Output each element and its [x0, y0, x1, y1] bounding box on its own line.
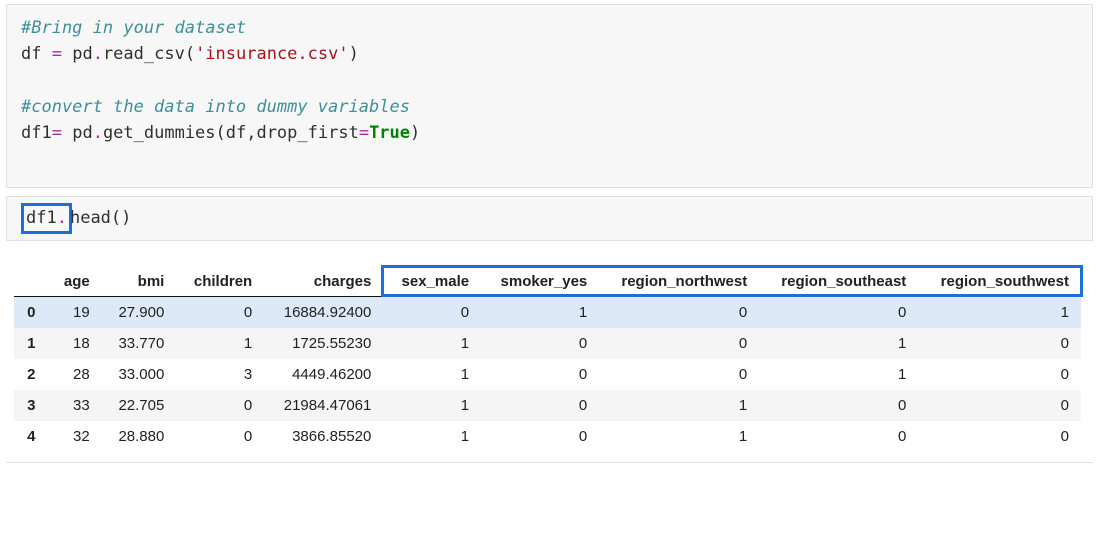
- dataframe-cell: 1: [383, 328, 481, 359]
- dataframe-col-header: smoker_yes: [481, 267, 599, 297]
- dataframe-wrap: agebmichildrenchargessex_malesmoker_yesr…: [14, 267, 1085, 452]
- dataframe-cell: 1: [176, 328, 264, 359]
- dataframe-cell: 1: [599, 421, 759, 452]
- table-row: 33322.705021984.4706110100: [14, 390, 1081, 421]
- dataframe-cell: 4449.46200: [264, 359, 383, 390]
- code-text: ): [410, 123, 420, 143]
- dataframe-index-header: [14, 267, 49, 297]
- table-row: 22833.00034449.4620010010: [14, 359, 1081, 390]
- code-string: 'insurance.csv': [195, 44, 349, 64]
- code-text: df1: [21, 123, 52, 143]
- dataframe-cell: 0: [918, 390, 1081, 421]
- code-cell-1-content[interactable]: #Bring in your dataset df = pd.read_csv(…: [21, 15, 1078, 147]
- dataframe-col-header: region_southeast: [759, 267, 918, 297]
- code-op: =: [52, 44, 62, 64]
- dataframe-cell: 0: [383, 297, 481, 329]
- dataframe-cell: 0: [481, 421, 599, 452]
- dataframe-cell: 1: [599, 390, 759, 421]
- dataframe-cell: 0: [759, 297, 918, 329]
- dataframe-col-header: children: [176, 267, 264, 297]
- code-text: pd: [62, 44, 93, 64]
- dataframe-cell: 0: [176, 390, 264, 421]
- dataframe-cell: 0: [481, 359, 599, 390]
- code-dot: .: [93, 123, 103, 143]
- dataframe-col-header: region_northwest: [599, 267, 759, 297]
- code-cell-2-content[interactable]: df1.head(): [21, 203, 1078, 235]
- table-row: 11833.77011725.5523010010: [14, 328, 1081, 359]
- highlight-box-df1: df1.: [21, 203, 72, 235]
- dataframe-cell: 32: [49, 421, 102, 452]
- code-op: =: [359, 123, 369, 143]
- dataframe-cell: 18: [49, 328, 102, 359]
- dataframe-cell: 28.880: [102, 421, 177, 452]
- dataframe-cell: 0: [599, 359, 759, 390]
- dataframe-cell: 0: [918, 328, 1081, 359]
- dataframe-cell: 21984.47061: [264, 390, 383, 421]
- dataframe-cell: 22.705: [102, 390, 177, 421]
- dataframe-cell: 16884.92400: [264, 297, 383, 329]
- code-text: ): [349, 44, 359, 64]
- dataframe-header-row: agebmichildrenchargessex_malesmoker_yesr…: [14, 267, 1081, 297]
- dataframe-cell: 3866.85520: [264, 421, 383, 452]
- dataframe-col-header: age: [49, 267, 102, 297]
- code-text: head(): [70, 208, 131, 228]
- code-comment: #Bring in your dataset: [21, 18, 246, 38]
- dataframe-cell: 1: [383, 421, 481, 452]
- dataframe-cell: 0: [759, 421, 918, 452]
- dataframe-index-cell: 3: [14, 390, 49, 421]
- table-row: 43228.88003866.8552010100: [14, 421, 1081, 452]
- output-area: agebmichildrenchargessex_malesmoker_yesr…: [0, 249, 1099, 456]
- code-dot: .: [93, 44, 103, 64]
- dataframe-cell: 1: [759, 328, 918, 359]
- dataframe-cell: 1: [918, 297, 1081, 329]
- dataframe-cell: 0: [481, 390, 599, 421]
- dataframe-cell: 28: [49, 359, 102, 390]
- dataframe-cell: 33.000: [102, 359, 177, 390]
- dataframe-cell: 1: [481, 297, 599, 329]
- dataframe-index-cell: 1: [14, 328, 49, 359]
- code-text: df: [21, 44, 52, 64]
- code-op: =: [52, 123, 62, 143]
- divider: [6, 462, 1093, 463]
- dataframe-cell: 0: [599, 328, 759, 359]
- code-keyword: True: [369, 123, 410, 143]
- dataframe-body: 01927.900016884.924000100111833.77011725…: [14, 297, 1081, 453]
- dataframe-cell: 0: [918, 421, 1081, 452]
- dataframe-cell: 0: [759, 390, 918, 421]
- dataframe-index-cell: 2: [14, 359, 49, 390]
- dataframe-col-header: sex_male: [383, 267, 481, 297]
- dataframe-cell: 3: [176, 359, 264, 390]
- dataframe-col-header: region_southwest: [918, 267, 1081, 297]
- dataframe-cell: 19: [49, 297, 102, 329]
- dataframe-cell: 1725.55230: [264, 328, 383, 359]
- dataframe-index-cell: 0: [14, 297, 49, 329]
- dataframe-table: agebmichildrenchargessex_malesmoker_yesr…: [14, 267, 1081, 452]
- dataframe-cell: 33: [49, 390, 102, 421]
- table-row: 01927.900016884.9240001001: [14, 297, 1081, 329]
- dataframe-cell: 0: [918, 359, 1081, 390]
- dataframe-cell: 0: [176, 297, 264, 329]
- code-comment: #convert the data into dummy variables: [21, 97, 410, 117]
- code-text: get_dummies(df,drop_first: [103, 123, 359, 143]
- dataframe-cell: 1: [759, 359, 918, 390]
- dataframe-cell: 33.770: [102, 328, 177, 359]
- dataframe-cell: 1: [383, 390, 481, 421]
- dataframe-cell: 27.900: [102, 297, 177, 329]
- code-text: read_csv(: [103, 44, 195, 64]
- dataframe-col-header: charges: [264, 267, 383, 297]
- dataframe-cell: 1: [383, 359, 481, 390]
- code-cell-1[interactable]: #Bring in your dataset df = pd.read_csv(…: [6, 4, 1093, 188]
- dataframe-cell: 0: [176, 421, 264, 452]
- code-text: df1: [26, 208, 57, 228]
- dataframe-index-cell: 4: [14, 421, 49, 452]
- dataframe-col-header: bmi: [102, 267, 177, 297]
- dataframe-cell: 0: [599, 297, 759, 329]
- code-dot: .: [57, 208, 67, 228]
- dataframe-cell: 0: [481, 328, 599, 359]
- code-text: pd: [62, 123, 93, 143]
- code-cell-2[interactable]: df1.head(): [6, 196, 1093, 242]
